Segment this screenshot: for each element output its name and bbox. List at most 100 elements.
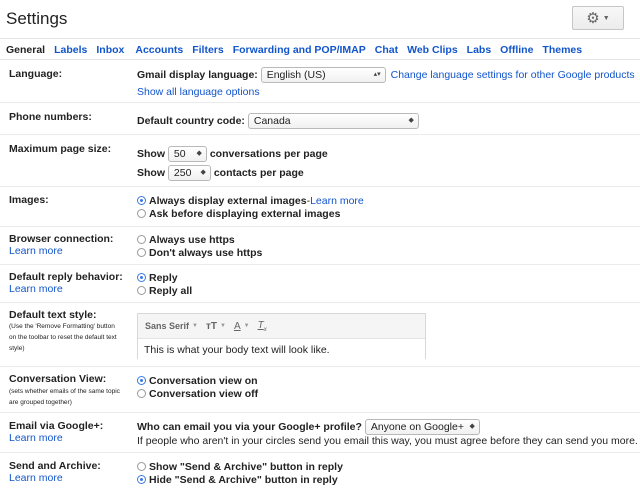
country-code-select[interactable]: Canada ◆ <box>247 113 419 129</box>
tab-filters[interactable]: Filters <box>192 44 224 56</box>
reply-learn-more-link[interactable]: Learn more <box>9 283 63 295</box>
reply-all-option[interactable]: Reply all <box>137 284 192 297</box>
send-archive-options: Show "Send & Archive" button in reply Hi… <box>137 460 343 486</box>
conversation-view-label: Conversation View: <box>9 373 107 385</box>
conversations-per-page: Show 50 ◆ conversations per page <box>137 146 328 162</box>
select-arrows-icon: ◆ <box>408 117 414 124</box>
chevron-down-icon: ▼ <box>192 323 198 329</box>
tab-accounts[interactable]: Accounts <box>135 44 183 56</box>
show-all-languages-link[interactable]: Show all language options <box>137 86 260 98</box>
https-always-option[interactable]: Always use https <box>137 233 262 246</box>
show-send-archive-option[interactable]: Show "Send & Archive" button in reply <box>137 460 343 473</box>
page-title: Settings <box>6 9 68 28</box>
radio-unselected-icon <box>137 462 146 471</box>
row-divider <box>0 186 640 187</box>
language-label: Language: <box>9 68 63 80</box>
conversation-options: Conversation view on Conversation view o… <box>137 374 258 400</box>
text-style-label: Default text style: <box>9 309 97 321</box>
conversation-on-option[interactable]: Conversation view on <box>137 374 258 387</box>
images-ask-option[interactable]: Ask before displaying external images <box>137 207 364 220</box>
https-not-always-option[interactable]: Don't always use https <box>137 246 262 259</box>
select-arrows-icon: ◆ <box>200 169 206 176</box>
radio-selected-icon <box>137 273 146 282</box>
radio-unselected-icon <box>137 389 146 398</box>
conversation-off-label: Conversation view off <box>149 387 259 400</box>
tab-labs[interactable]: Labs <box>467 44 492 56</box>
contacts-count-value: 250 <box>173 167 192 179</box>
gplus-learn-more-link[interactable]: Learn more <box>9 432 63 444</box>
https-not-always-label: Don't always use https <box>149 246 263 259</box>
tab-inbox[interactable]: Inbox <box>96 44 124 56</box>
remove-formatting-button[interactable]: Tx <box>258 320 267 333</box>
country-code-value: Canada <box>253 115 291 127</box>
radio-selected-icon <box>137 376 146 385</box>
radio-unselected-icon <box>137 209 146 218</box>
settings-gear-button[interactable]: ⚙ ▼ <box>572 6 624 30</box>
send-archive-label: Send and Archive: <box>9 460 101 472</box>
contacts-suffix: contacts per page <box>213 166 304 179</box>
row-divider <box>0 452 640 453</box>
phone-setting: Default country code: Canada ◆ <box>137 113 419 129</box>
browser-options: Always use https Don't always use https <box>137 233 262 259</box>
settings-tabs: General Labels Inbox Accounts Filters Fo… <box>6 44 591 56</box>
browser-learn-more-link[interactable]: Learn more <box>9 245 63 257</box>
row-divider <box>0 412 640 413</box>
images-learn-more-link[interactable]: Learn more <box>310 195 364 207</box>
hide-send-archive-label: Hide "Send & Archive" button in reply <box>149 473 338 486</box>
gplus-question: Who can email you via your Google+ profi… <box>137 420 362 433</box>
chevron-down-icon: ▼ <box>602 14 610 22</box>
conversations-suffix: conversations per page <box>209 147 328 160</box>
gplus-audience-select[interactable]: Anyone on Google+ ◆ <box>364 419 480 435</box>
display-language-select[interactable]: English (US) ▴▾ <box>260 67 386 83</box>
reply-option-label: Reply <box>149 271 178 284</box>
font-family-dropdown[interactable]: Sans Serif ▼ <box>145 321 198 331</box>
text-color-dropdown[interactable]: A ▼ <box>234 321 250 332</box>
conversations-count-value: 50 <box>173 148 186 160</box>
tab-general[interactable]: General <box>6 44 45 56</box>
tabs-divider <box>0 59 640 60</box>
change-language-link[interactable]: Change language settings for other Googl… <box>391 69 635 81</box>
gplus-label: Email via Google+: <box>9 420 104 432</box>
https-always-label: Always use https <box>149 233 235 246</box>
row-divider <box>0 366 640 367</box>
language-setting: Gmail display language: English (US) ▴▾ … <box>137 67 635 83</box>
show-send-archive-label: Show "Send & Archive" button in reply <box>149 460 343 473</box>
tab-forwarding[interactable]: Forwarding and POP/IMAP <box>233 44 366 56</box>
row-divider <box>0 302 640 303</box>
text-style-note-1: (Use the 'Remove Formatting' button <box>9 323 115 330</box>
tab-chat[interactable]: Chat <box>375 44 398 56</box>
gplus-setting: Who can email you via your Google+ profi… <box>137 419 480 435</box>
gplus-audience-value: Anyone on Google+ <box>370 421 464 433</box>
row-divider <box>0 102 640 103</box>
gear-icon: ⚙ <box>586 9 600 27</box>
page-size-label: Maximum page size: <box>9 143 112 155</box>
contacts-per-page: Show 250 ◆ contacts per page <box>137 165 304 181</box>
conversation-note-2: are grouped together) <box>9 399 72 406</box>
radio-unselected-icon <box>137 235 146 244</box>
images-options: Always display external images - Learn m… <box>137 194 364 220</box>
radio-selected-icon <box>137 196 146 205</box>
reply-options: Reply Reply all <box>137 271 192 297</box>
tab-offline[interactable]: Offline <box>500 44 533 56</box>
editor-sample-text[interactable]: This is what your body text will look li… <box>138 339 425 361</box>
text-style-editor: Sans Serif ▼ ᴛT ▼ A ▼ Tx This is what yo… <box>137 313 426 361</box>
header-divider <box>0 38 640 39</box>
conversations-count-select[interactable]: 50 ◆ <box>167 146 207 162</box>
select-arrows-icon: ◆ <box>469 423 475 430</box>
images-always-option[interactable]: Always display external images - Learn m… <box>137 194 364 207</box>
hide-send-archive-option[interactable]: Hide "Send & Archive" button in reply <box>137 473 343 486</box>
tab-themes[interactable]: Themes <box>542 44 582 56</box>
select-arrows-icon: ▴▾ <box>373 71 381 78</box>
tab-labels[interactable]: Labels <box>54 44 87 56</box>
tab-web-clips[interactable]: Web Clips <box>407 44 458 56</box>
contacts-count-select[interactable]: 250 ◆ <box>167 165 211 181</box>
text-style-note-3: style) <box>9 345 25 352</box>
show-label: Show <box>137 147 165 160</box>
reply-all-option-label: Reply all <box>149 284 193 297</box>
send-archive-learn-more-link[interactable]: Learn more <box>9 472 63 484</box>
font-size-dropdown[interactable]: ᴛT ▼ <box>206 321 226 332</box>
reply-option[interactable]: Reply <box>137 271 192 284</box>
conversation-off-option[interactable]: Conversation view off <box>137 387 258 400</box>
chevron-down-icon: ▼ <box>243 323 250 329</box>
display-language-label: Gmail display language: <box>137 68 258 81</box>
